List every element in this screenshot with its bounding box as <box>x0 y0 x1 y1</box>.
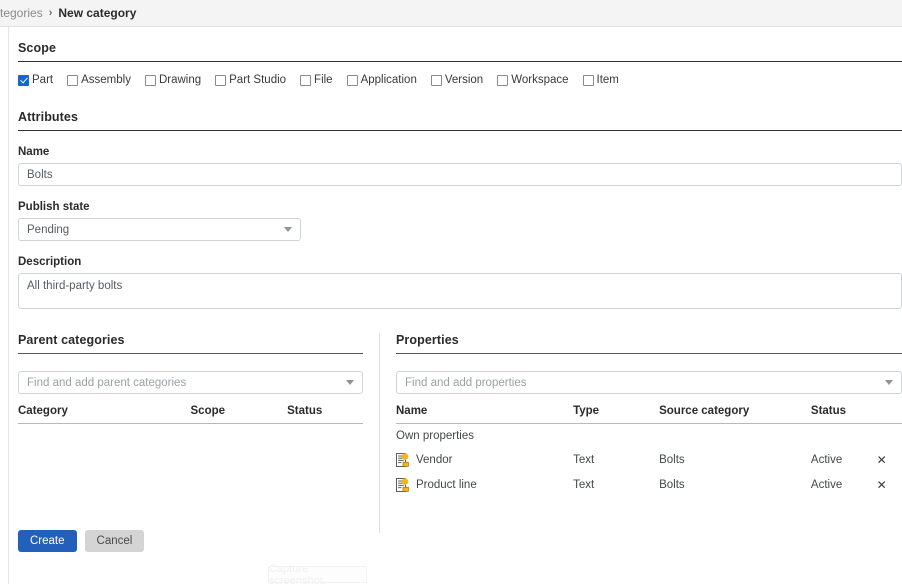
scope-checkbox-label: Application <box>360 74 417 86</box>
checkbox-box-icon[interactable] <box>215 74 227 86</box>
scope-section: Scope Part Assembly Drawing Part Studio <box>18 27 902 86</box>
column-header-name: Name <box>396 405 574 424</box>
breadcrumb: tegories › New category <box>0 0 902 27</box>
property-source-category: Bolts <box>659 479 685 491</box>
properties-header: Properties <box>396 333 902 354</box>
properties-finder-placeholder: Find and add properties <box>405 376 527 389</box>
breadcrumb-parent-link[interactable]: tegories <box>0 6 43 20</box>
chevron-down-icon[interactable] <box>885 380 893 385</box>
parent-categories-table: Category Scope Status <box>18 405 363 424</box>
table-header-row: Name Type Source category Status <box>396 405 902 424</box>
scope-checkbox-row: Part Assembly Drawing Part Studio File A <box>18 62 902 86</box>
publish-state-value: Pending <box>27 223 70 236</box>
column-divider <box>379 333 380 533</box>
property-text-icon <box>396 478 409 492</box>
properties-finder-input[interactable]: Find and add properties <box>396 371 902 394</box>
category-editor-page: Scope Part Assembly Drawing Part Studio <box>8 27 902 584</box>
scope-checkbox-label: Assembly <box>81 74 131 86</box>
properties-title: Properties <box>396 333 459 347</box>
property-status: Active <box>810 454 843 466</box>
property-status: Active <box>810 479 843 491</box>
scope-checkbox-part[interactable]: Part <box>18 74 53 86</box>
scope-checkbox-part-studio[interactable]: Part Studio <box>215 74 286 86</box>
scope-checkbox-label: Drawing <box>158 74 202 86</box>
publish-state-label: Publish state <box>18 201 90 213</box>
cancel-button[interactable]: Cancel <box>84 530 145 552</box>
properties-group-row: Own properties <box>396 424 902 448</box>
create-button[interactable]: Create <box>18 530 77 552</box>
lower-columns: Parent categories Find and add parent ca… <box>18 333 902 533</box>
checkbox-box-icon[interactable] <box>144 74 156 86</box>
properties-section: Properties Find and add properties Name … <box>396 333 902 533</box>
scope-checkbox-version[interactable]: Version <box>430 74 484 86</box>
property-name: Product line <box>416 479 477 491</box>
checkbox-box-icon[interactable] <box>346 74 358 86</box>
parent-categories-finder-placeholder: Find and add parent categories <box>27 376 187 389</box>
attributes-title: Attributes <box>18 110 79 124</box>
scope-checkbox-workspace[interactable]: Workspace <box>497 74 569 86</box>
breadcrumb-separator-icon: › <box>48 7 53 19</box>
scope-checkbox-label: Version <box>444 74 484 86</box>
table-row[interactable]: Product line Text Bolts Active ✕ <box>396 472 902 497</box>
scope-checkbox-label: File <box>314 74 333 86</box>
chevron-down-icon[interactable] <box>346 380 354 385</box>
scope-header: Scope <box>18 41 902 62</box>
attributes-header: Attributes <box>18 110 902 131</box>
scope-checkbox-file[interactable]: File <box>300 74 333 86</box>
breadcrumb-current: New category <box>58 6 137 20</box>
attributes-section: Attributes Name Bolts Publish state Pend… <box>18 86 902 309</box>
capture-screenshot-tooltip: Capture screenshot. <box>268 563 367 587</box>
properties-table: Name Type Source category Status Own pro… <box>396 405 902 497</box>
checkbox-box-icon[interactable] <box>497 74 509 86</box>
remove-property-button[interactable]: ✕ <box>877 453 887 467</box>
description-label: Description <box>18 256 82 268</box>
column-header-status: Status <box>287 405 363 424</box>
column-header-scope: Scope <box>190 405 288 424</box>
column-header-status: Status <box>810 405 877 424</box>
properties-group-label: Own properties <box>396 430 474 442</box>
scope-checkbox-application[interactable]: Application <box>346 74 417 86</box>
name-input[interactable]: Bolts <box>18 163 902 186</box>
scope-checkbox-assembly[interactable]: Assembly <box>67 74 131 86</box>
scope-title: Scope <box>18 41 57 55</box>
chevron-down-icon[interactable] <box>284 227 292 232</box>
column-header-type: Type <box>573 405 660 424</box>
checkbox-box-icon[interactable] <box>300 74 312 86</box>
properties-table-body: Own properties Vendor Text Bolts Active … <box>396 424 902 498</box>
property-text-icon <box>396 453 409 467</box>
checkbox-box-icon[interactable] <box>67 74 79 86</box>
table-row[interactable]: Vendor Text Bolts Active ✕ <box>396 447 902 472</box>
scope-checkbox-drawing[interactable]: Drawing <box>144 74 202 86</box>
scope-checkbox-label: Part <box>32 74 54 86</box>
parent-categories-finder-input[interactable]: Find and add parent categories <box>18 371 363 394</box>
column-header-actions <box>876 405 902 424</box>
property-name: Vendor <box>416 454 453 466</box>
column-header-source-category: Source category <box>659 405 811 424</box>
property-type: Text <box>573 479 595 491</box>
checkbox-box-icon[interactable] <box>18 74 29 86</box>
name-label: Name <box>18 146 50 158</box>
checkbox-box-icon[interactable] <box>582 74 594 86</box>
property-type: Text <box>573 454 595 466</box>
checkbox-box-icon[interactable] <box>430 74 442 86</box>
scope-checkbox-label: Item <box>596 74 619 86</box>
scope-checkbox-label: Part Studio <box>229 74 287 86</box>
scope-checkbox-label: Workspace <box>511 74 569 86</box>
parent-categories-header: Parent categories <box>18 333 363 354</box>
scope-checkbox-item[interactable]: Item <box>582 74 619 86</box>
table-header-row: Category Scope Status <box>18 405 363 424</box>
description-input[interactable]: All third-party bolts <box>18 273 902 309</box>
publish-state-select[interactable]: Pending <box>18 218 301 241</box>
property-source-category: Bolts <box>659 454 685 466</box>
form-actions: Create Cancel <box>18 530 145 552</box>
parent-categories-section: Parent categories Find and add parent ca… <box>18 333 363 533</box>
parent-categories-title: Parent categories <box>18 333 125 347</box>
remove-property-button[interactable]: ✕ <box>877 478 887 492</box>
column-header-category: Category <box>18 405 191 424</box>
